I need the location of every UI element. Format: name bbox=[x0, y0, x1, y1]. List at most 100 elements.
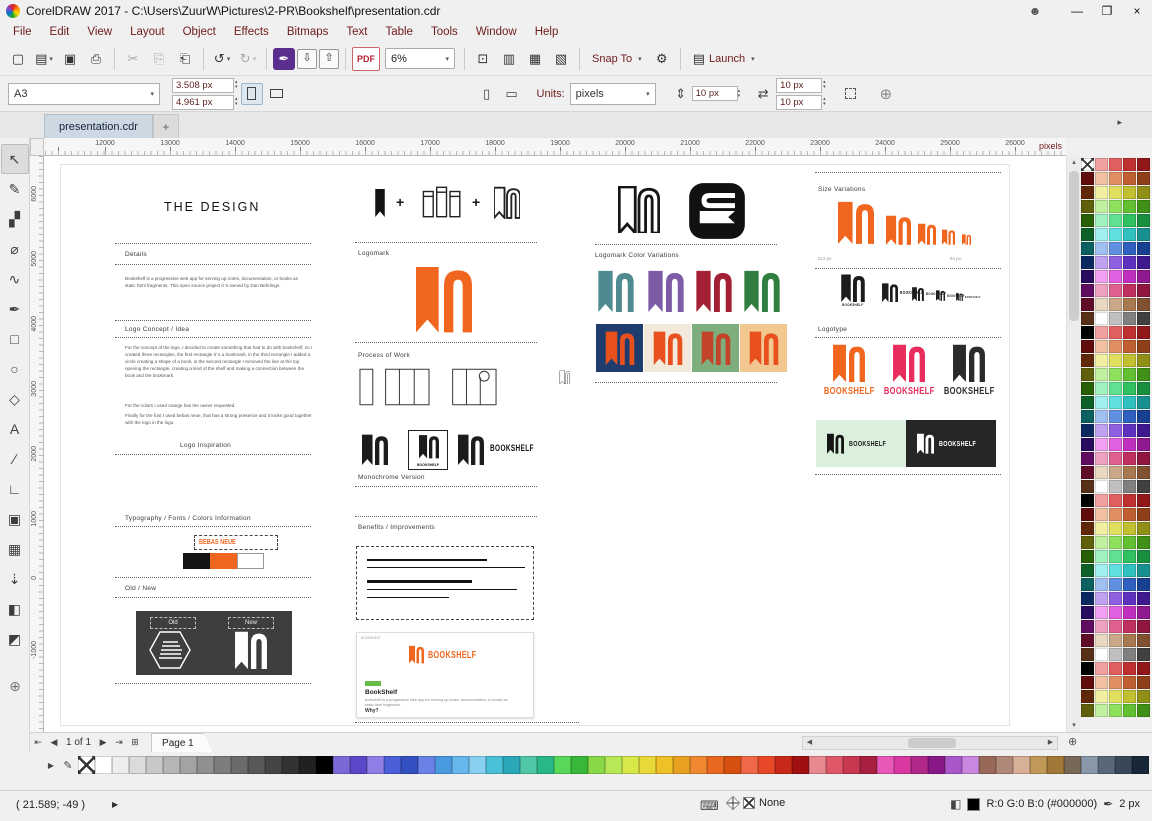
color-swatch[interactable] bbox=[622, 756, 639, 774]
color-swatch[interactable] bbox=[741, 756, 758, 774]
crop-tool[interactable]: ▞ bbox=[1, 204, 29, 234]
color-swatch[interactable] bbox=[1095, 438, 1108, 451]
menu-text[interactable]: Text bbox=[337, 24, 376, 40]
color-swatch[interactable] bbox=[1137, 690, 1150, 703]
color-swatch[interactable] bbox=[1095, 662, 1108, 675]
color-swatch[interactable] bbox=[1095, 242, 1108, 255]
nudge-field[interactable]: 10 px bbox=[691, 86, 738, 101]
color-swatch[interactable] bbox=[1095, 634, 1108, 647]
color-swatch[interactable] bbox=[1047, 756, 1064, 774]
first-page-button[interactable]: ⇤ bbox=[30, 735, 46, 751]
color-swatch[interactable] bbox=[1095, 704, 1108, 717]
color-swatch[interactable] bbox=[469, 756, 486, 774]
color-swatch[interactable] bbox=[1081, 756, 1098, 774]
palette-eyedropper-icon[interactable]: ✎ bbox=[58, 759, 78, 772]
color-swatch[interactable] bbox=[1123, 452, 1136, 465]
current-page-button[interactable]: ▭ bbox=[501, 83, 523, 105]
color-swatch[interactable] bbox=[197, 756, 214, 774]
color-swatch[interactable] bbox=[1081, 494, 1094, 507]
color-swatch[interactable] bbox=[1030, 756, 1047, 774]
color-swatch[interactable] bbox=[826, 756, 843, 774]
color-swatch[interactable] bbox=[1081, 522, 1094, 535]
dimension-tool[interactable]: ∕ bbox=[1, 444, 29, 474]
color-swatch[interactable] bbox=[1123, 326, 1136, 339]
color-swatch[interactable] bbox=[1081, 648, 1094, 661]
color-swatch[interactable] bbox=[1081, 256, 1094, 269]
color-swatch[interactable] bbox=[1123, 564, 1136, 577]
color-swatch[interactable] bbox=[1137, 354, 1150, 367]
color-swatch[interactable] bbox=[1137, 200, 1150, 213]
color-swatch[interactable] bbox=[180, 756, 197, 774]
color-swatch[interactable] bbox=[1095, 508, 1108, 521]
color-swatch[interactable] bbox=[1123, 158, 1136, 171]
menu-edit[interactable]: Edit bbox=[41, 24, 79, 40]
add-plugin-icon[interactable]: ⊕ bbox=[880, 85, 893, 103]
color-swatch[interactable] bbox=[1109, 382, 1122, 395]
show-guidelines-button[interactable]: ▧ bbox=[549, 47, 573, 71]
color-swatch[interactable] bbox=[1095, 354, 1108, 367]
menu-help[interactable]: Help bbox=[526, 24, 568, 40]
import-button[interactable]: ⇩ bbox=[297, 48, 317, 69]
color-swatch[interactable] bbox=[1095, 676, 1108, 689]
color-swatch[interactable] bbox=[928, 756, 945, 774]
color-swatch[interactable] bbox=[1109, 200, 1122, 213]
add-page-button[interactable]: ⊞ bbox=[127, 735, 143, 751]
no-color-swatch[interactable] bbox=[78, 756, 95, 774]
color-swatch[interactable] bbox=[1123, 466, 1136, 479]
color-swatch[interactable] bbox=[1081, 676, 1094, 689]
color-swatch[interactable] bbox=[1081, 298, 1094, 311]
undo-button[interactable]: ↺ ▾ bbox=[210, 47, 234, 71]
color-swatch[interactable] bbox=[1095, 298, 1108, 311]
color-swatch[interactable] bbox=[1109, 242, 1122, 255]
color-swatch[interactable] bbox=[1095, 690, 1108, 703]
color-swatch[interactable] bbox=[1109, 648, 1122, 661]
color-swatch[interactable] bbox=[112, 756, 129, 774]
menu-window[interactable]: Window bbox=[467, 24, 526, 40]
color-swatch[interactable] bbox=[1081, 270, 1094, 283]
color-swatch[interactable] bbox=[1095, 312, 1108, 325]
color-swatch[interactable] bbox=[1095, 256, 1108, 269]
vertical-scrollbar[interactable]: ▴ ▾ bbox=[1066, 156, 1080, 732]
color-swatch[interactable] bbox=[1109, 424, 1122, 437]
color-swatch[interactable] bbox=[1081, 368, 1094, 381]
color-swatch[interactable] bbox=[1109, 354, 1122, 367]
minimize-button[interactable]: — bbox=[1062, 1, 1092, 21]
transparency-tool[interactable]: ▦ bbox=[1, 534, 29, 564]
palette-flyout-icon[interactable]: ▶ bbox=[44, 761, 58, 770]
color-swatch[interactable] bbox=[1123, 186, 1136, 199]
color-swatch[interactable] bbox=[1123, 256, 1136, 269]
color-swatch[interactable] bbox=[1137, 466, 1150, 479]
color-swatch[interactable] bbox=[1137, 620, 1150, 633]
color-swatch[interactable] bbox=[1115, 756, 1132, 774]
color-swatch[interactable] bbox=[1081, 284, 1094, 297]
color-swatch[interactable] bbox=[1123, 270, 1136, 283]
color-swatch[interactable] bbox=[1123, 298, 1136, 311]
color-swatch[interactable] bbox=[146, 756, 163, 774]
next-page-button[interactable]: ▶ bbox=[95, 735, 111, 751]
color-swatch[interactable] bbox=[1095, 494, 1108, 507]
color-swatch[interactable] bbox=[1095, 466, 1108, 479]
color-swatch[interactable] bbox=[1109, 690, 1122, 703]
navigator-zoom-icon[interactable]: ⊕ bbox=[1068, 735, 1077, 748]
vertical-ruler[interactable]: 6000 5000 4000 3000 2000 1000 0 -1000 bbox=[30, 156, 44, 732]
chevron-down-icon[interactable]: ▾ bbox=[751, 55, 755, 63]
color-swatch[interactable] bbox=[1137, 158, 1150, 171]
print-button[interactable]: ⎙ bbox=[84, 47, 108, 71]
menu-view[interactable]: View bbox=[78, 24, 121, 40]
horizontal-ruler[interactable]: pixels 12000 13000 14000 15000 16000 17000 180… bbox=[44, 138, 1066, 156]
color-swatch[interactable] bbox=[1123, 172, 1136, 185]
color-swatch[interactable] bbox=[1123, 354, 1136, 367]
search-content-button[interactable]: ✒ bbox=[273, 47, 295, 70]
color-swatch[interactable] bbox=[1123, 606, 1136, 619]
menu-file[interactable]: File bbox=[4, 24, 41, 40]
color-swatch[interactable] bbox=[1137, 298, 1150, 311]
color-swatch[interactable] bbox=[639, 756, 656, 774]
color-swatch[interactable] bbox=[1123, 480, 1136, 493]
color-swatch[interactable] bbox=[1095, 382, 1108, 395]
rectangle-tool[interactable]: □ bbox=[1, 324, 29, 354]
color-swatch[interactable] bbox=[418, 756, 435, 774]
color-swatch[interactable] bbox=[1081, 634, 1094, 647]
color-swatch[interactable] bbox=[1123, 550, 1136, 563]
color-swatch[interactable] bbox=[1109, 550, 1122, 563]
color-swatch[interactable] bbox=[1109, 536, 1122, 549]
